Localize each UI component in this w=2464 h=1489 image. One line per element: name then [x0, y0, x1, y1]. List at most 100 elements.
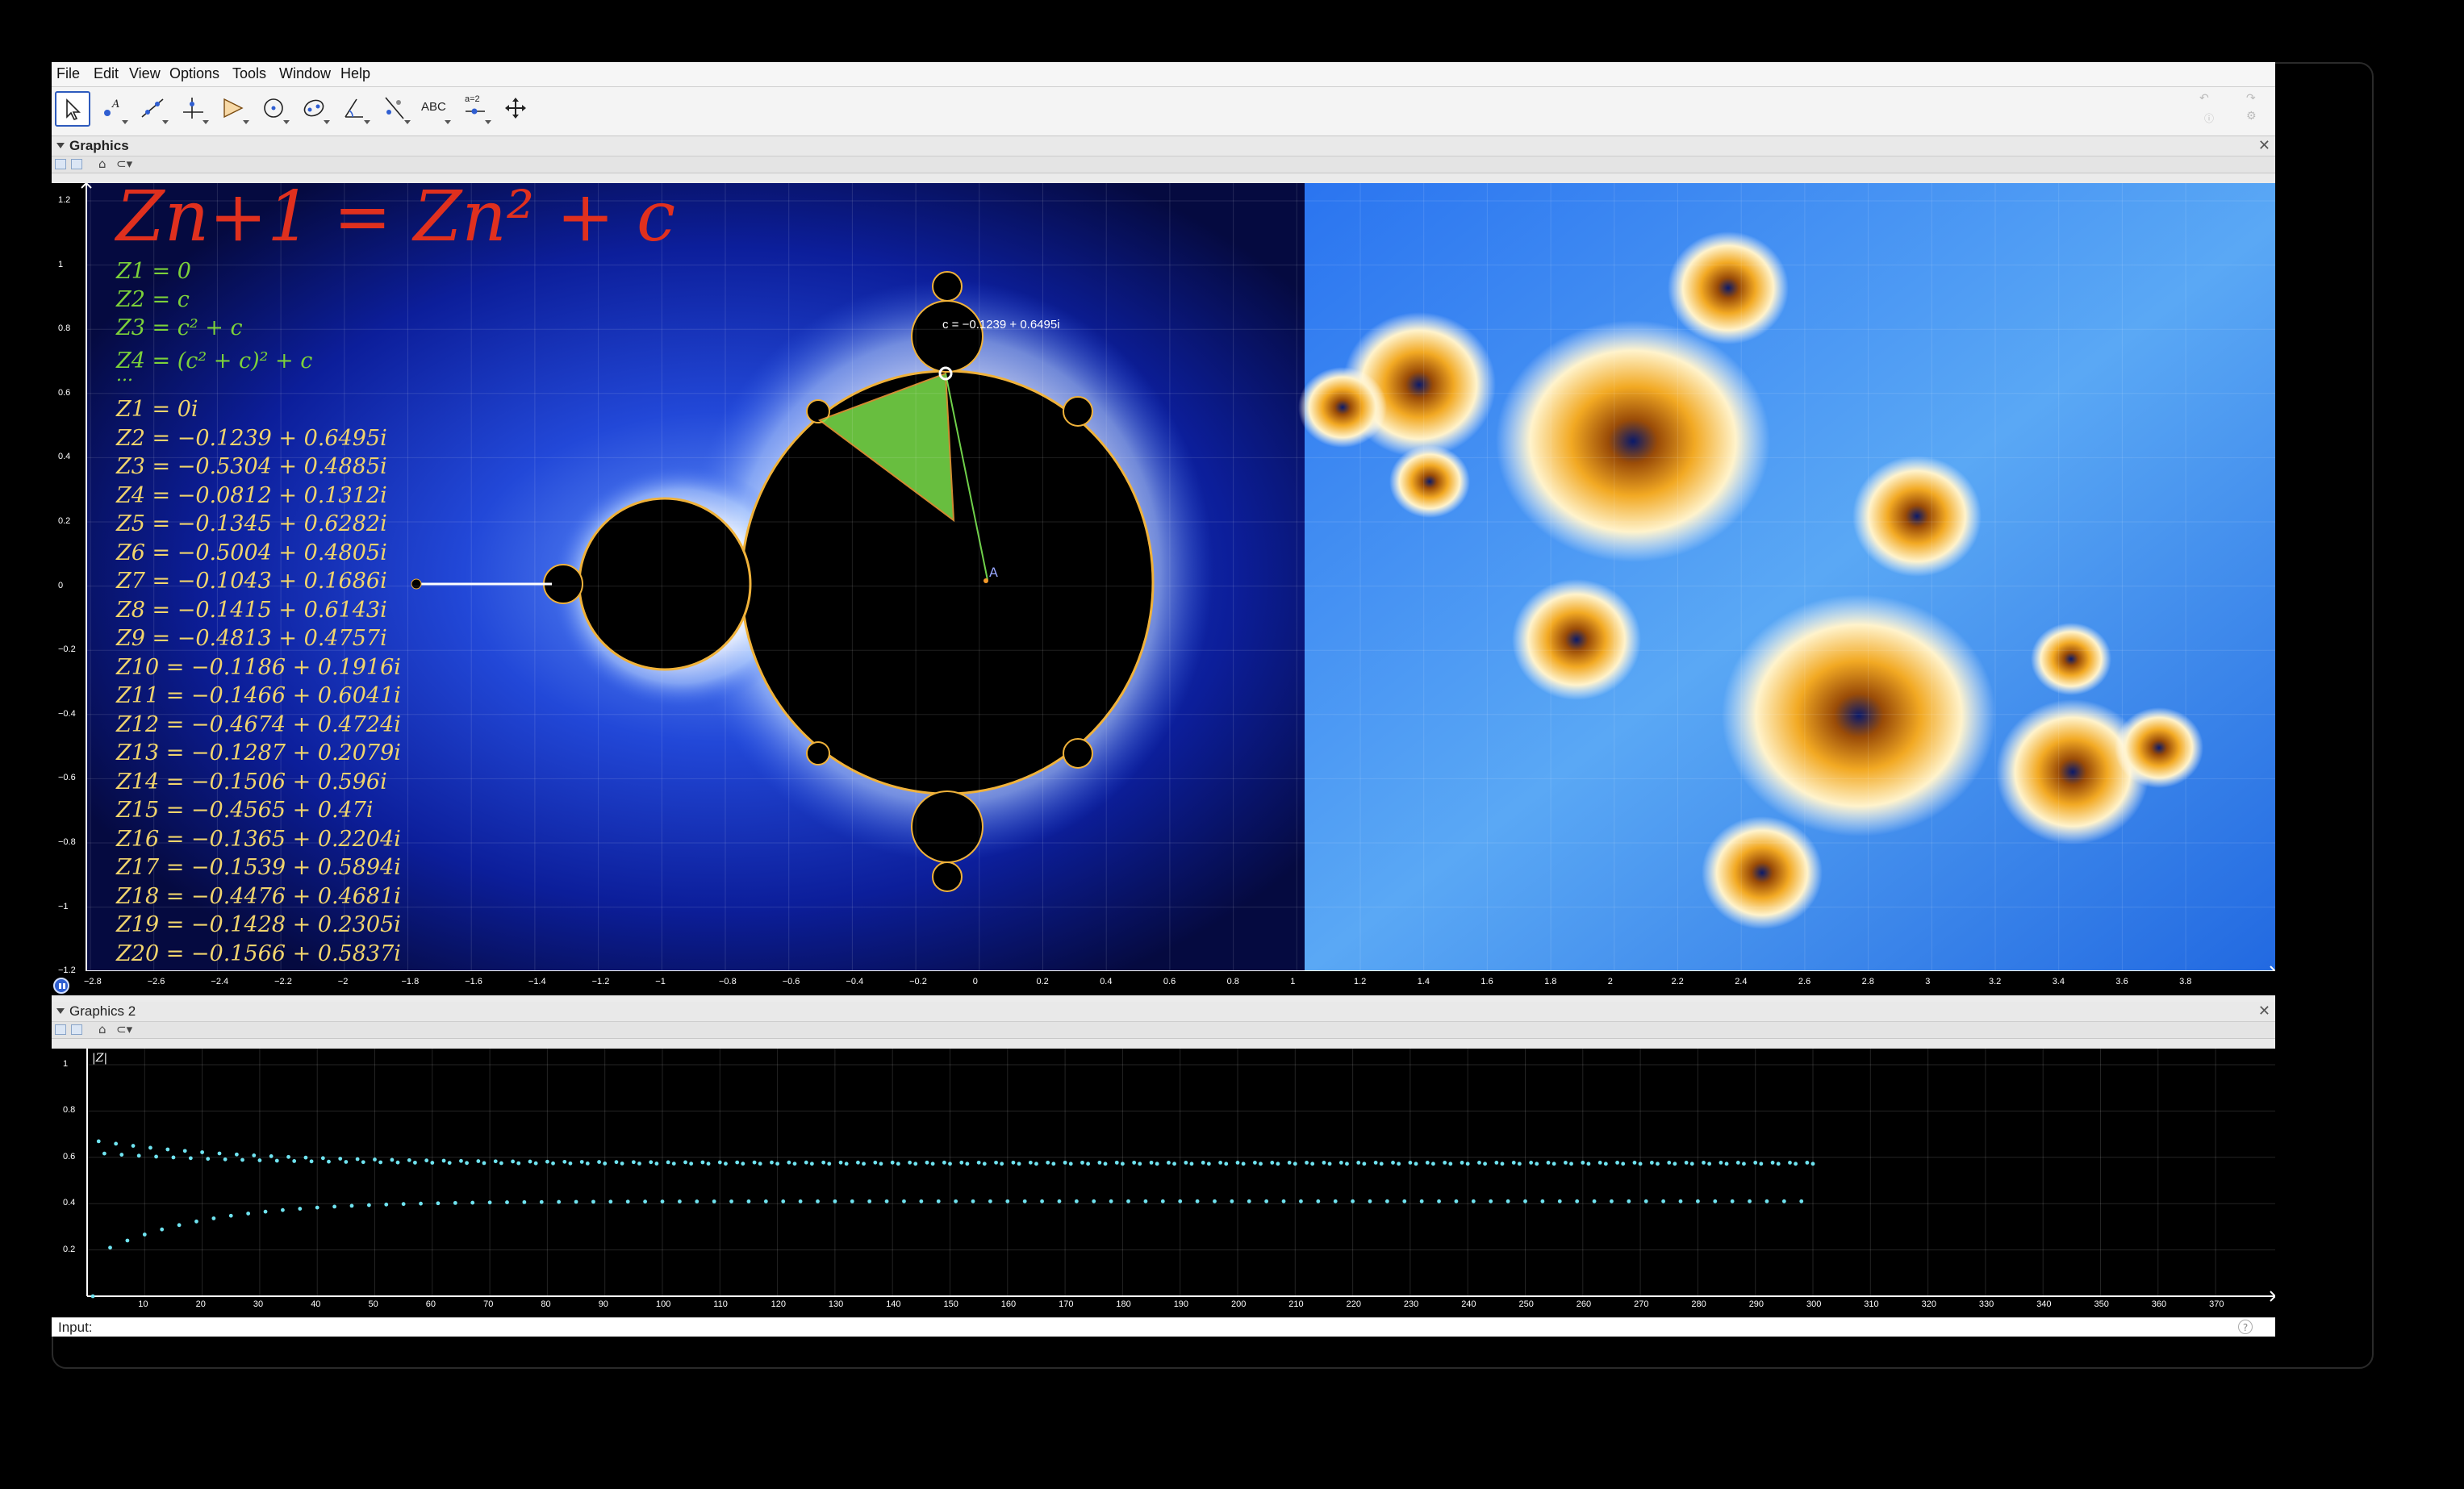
x-tick-label: −1.4: [528, 977, 546, 986]
magnitude-point: [1345, 1162, 1349, 1166]
menu-help[interactable]: Help: [340, 65, 370, 82]
view-menu-icon[interactable]: ⊂▾: [116, 156, 132, 171]
menu-options[interactable]: Options: [169, 65, 219, 82]
x-tick-label: 0.8: [1226, 977, 1239, 986]
text-tool-button[interactable]: ABC: [418, 91, 453, 127]
magnitude-point: [148, 1145, 152, 1150]
magnitude-point: [597, 1160, 601, 1164]
magnitude-point: [838, 1160, 843, 1165]
magnitude-point: [1649, 1161, 1654, 1165]
redo-icon[interactable]: ↷: [2246, 92, 2256, 105]
magnitude-point: [1143, 1199, 1148, 1203]
view-menu-icon[interactable]: ⊂▾: [116, 1022, 132, 1036]
magnitude-point: [1724, 1162, 1729, 1166]
help-icon[interactable]: ?: [2238, 1320, 2253, 1334]
magnitude-point: [274, 1158, 279, 1163]
menu-file[interactable]: File: [56, 65, 80, 82]
close-icon[interactable]: ✕: [2258, 137, 2270, 154]
magnitude-point: [1276, 1162, 1280, 1166]
magnitude-point: [1551, 1162, 1556, 1166]
move-graphics-view-button[interactable]: [499, 91, 534, 127]
x-tick-label: 3.8: [2179, 977, 2192, 986]
x-tick-label: 150: [943, 1299, 958, 1309]
reflect-tool-button[interactable]: [378, 91, 413, 127]
magnitude-point: [320, 1156, 325, 1161]
magnitude-point: [332, 1204, 336, 1209]
magnitude-point: [1247, 1199, 1251, 1203]
magnitude-point: [1742, 1162, 1746, 1166]
magnitude-point: [591, 1199, 595, 1204]
close-icon[interactable]: ✕: [2258, 1003, 2270, 1020]
toggle-axes-icon[interactable]: [71, 1024, 82, 1035]
magnitude-point: [1092, 1199, 1096, 1203]
magnitude-point: [108, 1245, 112, 1250]
magnitude-point: [1103, 1162, 1108, 1166]
point-tool-button[interactable]: A: [95, 91, 131, 127]
menu-view[interactable]: View: [129, 65, 161, 82]
home-icon[interactable]: ⌂: [98, 156, 106, 171]
x-tick-label: 1: [1290, 977, 1296, 986]
magnitude-point: [430, 1161, 435, 1165]
menu-bar: File Edit View Options Tools Window Help: [52, 62, 2275, 87]
magnitude-point: [533, 1161, 538, 1166]
input-bar[interactable]: Input: ?: [52, 1317, 2275, 1337]
magnitude-point: [487, 1200, 492, 1205]
point-a-marker[interactable]: [984, 578, 988, 583]
magnitude-point: [1384, 1199, 1389, 1203]
toggle-axes-icon[interactable]: [71, 159, 82, 169]
magnitude-point: [982, 1162, 987, 1166]
magnitude-point: [493, 1159, 498, 1164]
toggle-stylebar-icon[interactable]: [55, 1024, 66, 1035]
pause-animation-button[interactable]: [53, 978, 69, 994]
magnitude-point: [1195, 1199, 1200, 1203]
help-icon[interactable]: ⓘ: [2204, 111, 2214, 125]
slider-tool-button[interactable]: a=2: [458, 91, 494, 127]
collapse-arrow-icon[interactable]: [56, 143, 65, 148]
magnitude-point: [1546, 1160, 1551, 1165]
magnitude-point: [1132, 1160, 1137, 1165]
magnitude-point: [1794, 1162, 1798, 1166]
menu-edit[interactable]: Edit: [94, 65, 119, 82]
magnitude-point: [470, 1200, 475, 1205]
graphics2-view[interactable]: |Z| 10 20 30 40 50 60 70 80 90 100 110 120 130 140 150…: [52, 1049, 2275, 1317]
magnitude-point: [1299, 1199, 1303, 1203]
gear-icon[interactable]: ⚙: [2246, 110, 2257, 123]
conic-tool-button[interactable]: [297, 91, 332, 127]
graphics2-panel-header: Graphics 2 ✕: [52, 1002, 2275, 1022]
magnitude-point: [1805, 1161, 1810, 1165]
line-tool-button[interactable]: [136, 91, 171, 127]
magnitude-point: [361, 1160, 365, 1165]
magnitude-point: [1764, 1199, 1769, 1203]
polygon-tool-button[interactable]: [216, 91, 252, 127]
undo-icon[interactable]: ↶: [2199, 92, 2209, 105]
magnitude-point: [827, 1162, 832, 1166]
magnitude-point: [1080, 1160, 1084, 1165]
magnitude-point: [252, 1153, 257, 1157]
magnitude-point: [338, 1157, 343, 1161]
iterate-line: Z5 = −0.1345 + 0.6282i: [116, 511, 387, 536]
x-tick-label: −1.6: [465, 977, 482, 986]
magnitude-point: [1707, 1162, 1712, 1166]
menu-window[interactable]: Window: [279, 65, 331, 82]
magnitude-point: [804, 1160, 808, 1165]
y-tick-label: 0: [58, 580, 64, 590]
circle-tool-button[interactable]: [257, 91, 292, 127]
iterate-line: Z11 = −0.1466 + 0.6041i: [116, 683, 401, 708]
perpendicular-tool-button[interactable]: [176, 91, 211, 127]
magnitude-point: [971, 1199, 975, 1203]
magnitude-point: [856, 1160, 860, 1165]
magnitude-point: [447, 1161, 452, 1166]
magnitude-point: [1511, 1160, 1516, 1165]
menu-tools[interactable]: Tools: [232, 65, 266, 82]
move-tool-button[interactable]: [55, 91, 90, 127]
graphics-view[interactable]: Zn+1 = Zn² + c Z1 = 0 Z2 = c Z3 = c² + c…: [52, 183, 2275, 995]
magnitude-point: [717, 1160, 722, 1165]
collapse-arrow-icon[interactable]: [56, 1008, 65, 1014]
y-tick-label: −0.2: [58, 644, 76, 655]
magnitude-point: [1121, 1162, 1125, 1166]
home-icon[interactable]: ⌂: [98, 1022, 106, 1036]
x-tick-label: 130: [828, 1299, 844, 1309]
x-tick-label: 170: [1059, 1299, 1074, 1309]
toggle-stylebar-icon[interactable]: [55, 159, 66, 169]
angle-tool-button[interactable]: [337, 91, 373, 127]
